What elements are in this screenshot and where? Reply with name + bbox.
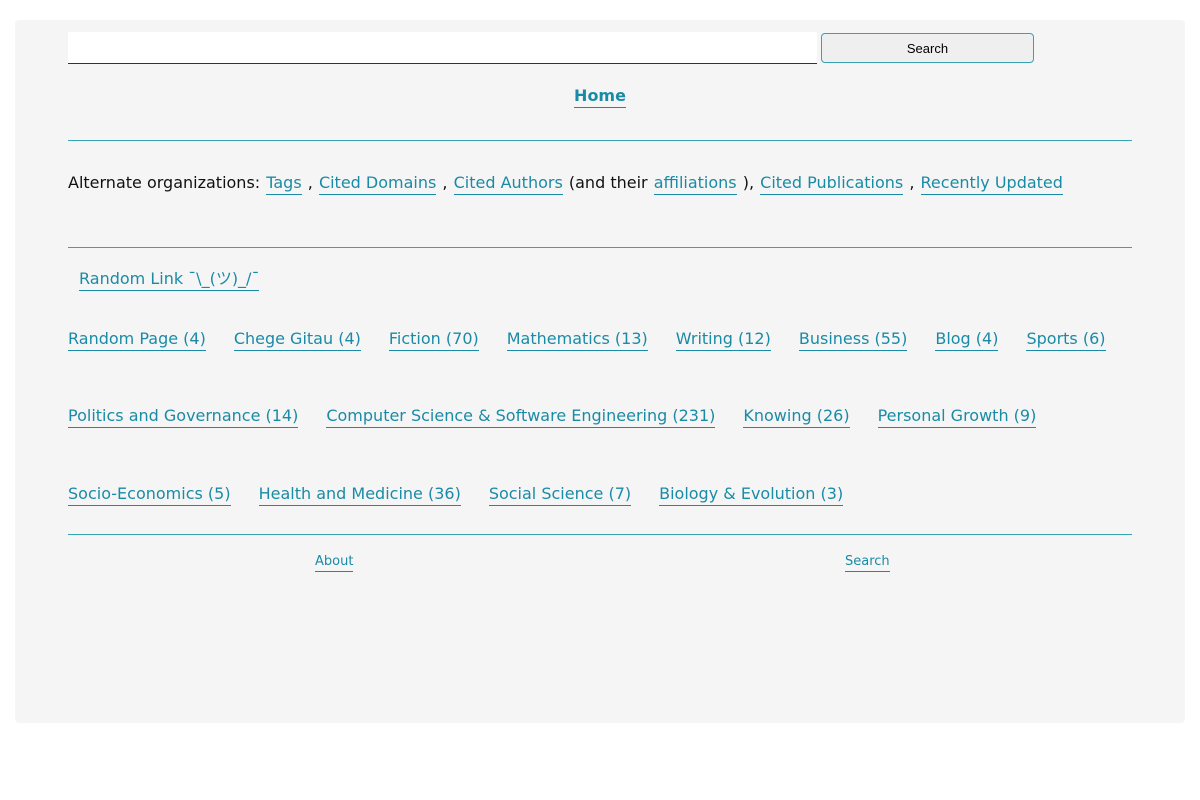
category-row-1: Random Page (4) Chege Gitau (4) Fiction (7… [68, 329, 1134, 351]
close-paren-text: ), [737, 173, 760, 192]
cited-authors-link[interactable]: Cited Authors [453, 173, 563, 195]
random-link-container: Random Link ¯\_(ツ)_/¯ [79, 265, 260, 291]
about-link[interactable]: About [315, 554, 354, 572]
separator: , [437, 173, 453, 192]
category-link-personal-growth[interactable]: Personal Growth (9) [877, 406, 1037, 428]
cited-publications-link[interactable]: Cited Publications [760, 173, 904, 195]
and-their-text: (and their [563, 173, 653, 192]
affiliations-link[interactable]: affiliations [653, 173, 737, 195]
separator: , [904, 173, 920, 192]
recently-updated-link[interactable]: Recently Updated [920, 173, 1063, 195]
category-link-biology-evolution[interactable]: Biology & Evolution (3) [659, 484, 844, 506]
category-link-fiction[interactable]: Fiction (70) [388, 329, 479, 351]
category-link-chege-gitau[interactable]: Chege Gitau (4) [233, 329, 361, 351]
category-row-3: Socio-Economics (5) Health and Medicine (… [68, 484, 871, 506]
category-link-random-page[interactable]: Random Page (4) [68, 329, 206, 351]
footer-about: About [315, 554, 354, 572]
divider-middle [68, 247, 1132, 248]
search-button[interactable]: Search [821, 33, 1034, 63]
search-input[interactable] [68, 32, 817, 64]
random-link[interactable]: Random Link ¯\_(ツ)_/¯ [79, 269, 260, 291]
category-link-politics[interactable]: Politics and Governance (14) [68, 406, 299, 428]
category-link-blog[interactable]: Blog (4) [935, 329, 999, 351]
category-link-computer-science[interactable]: Computer Science & Software Engineering … [326, 406, 716, 428]
category-link-social-science[interactable]: Social Science (7) [488, 484, 632, 506]
category-link-mathematics[interactable]: Mathematics (13) [506, 329, 648, 351]
category-link-health-medicine[interactable]: Health and Medicine (36) [258, 484, 461, 506]
home-link[interactable]: Home [574, 86, 626, 108]
cited-domains-link[interactable]: Cited Domains [318, 173, 437, 195]
page-panel [15, 20, 1185, 723]
footer-search: Search [845, 554, 890, 572]
home-nav: Home [0, 86, 1200, 108]
category-link-business[interactable]: Business (55) [798, 329, 908, 351]
separator: , [302, 173, 318, 192]
alternate-organizations: Alternate organizations: Tags , Cited Do… [68, 173, 1064, 195]
category-link-writing[interactable]: Writing (12) [675, 329, 771, 351]
category-link-socio-economics[interactable]: Socio-Economics (5) [68, 484, 231, 506]
category-link-knowing[interactable]: Knowing (26) [743, 406, 850, 428]
category-link-sports[interactable]: Sports (6) [1026, 329, 1106, 351]
category-row-2: Politics and Governance (14) Computer Sci… [68, 406, 1064, 428]
divider-top [68, 140, 1132, 141]
tags-link[interactable]: Tags [266, 173, 302, 195]
alternate-prefix: Alternate organizations: [68, 173, 266, 192]
footer-search-link[interactable]: Search [845, 554, 890, 572]
divider-footer [68, 534, 1132, 535]
